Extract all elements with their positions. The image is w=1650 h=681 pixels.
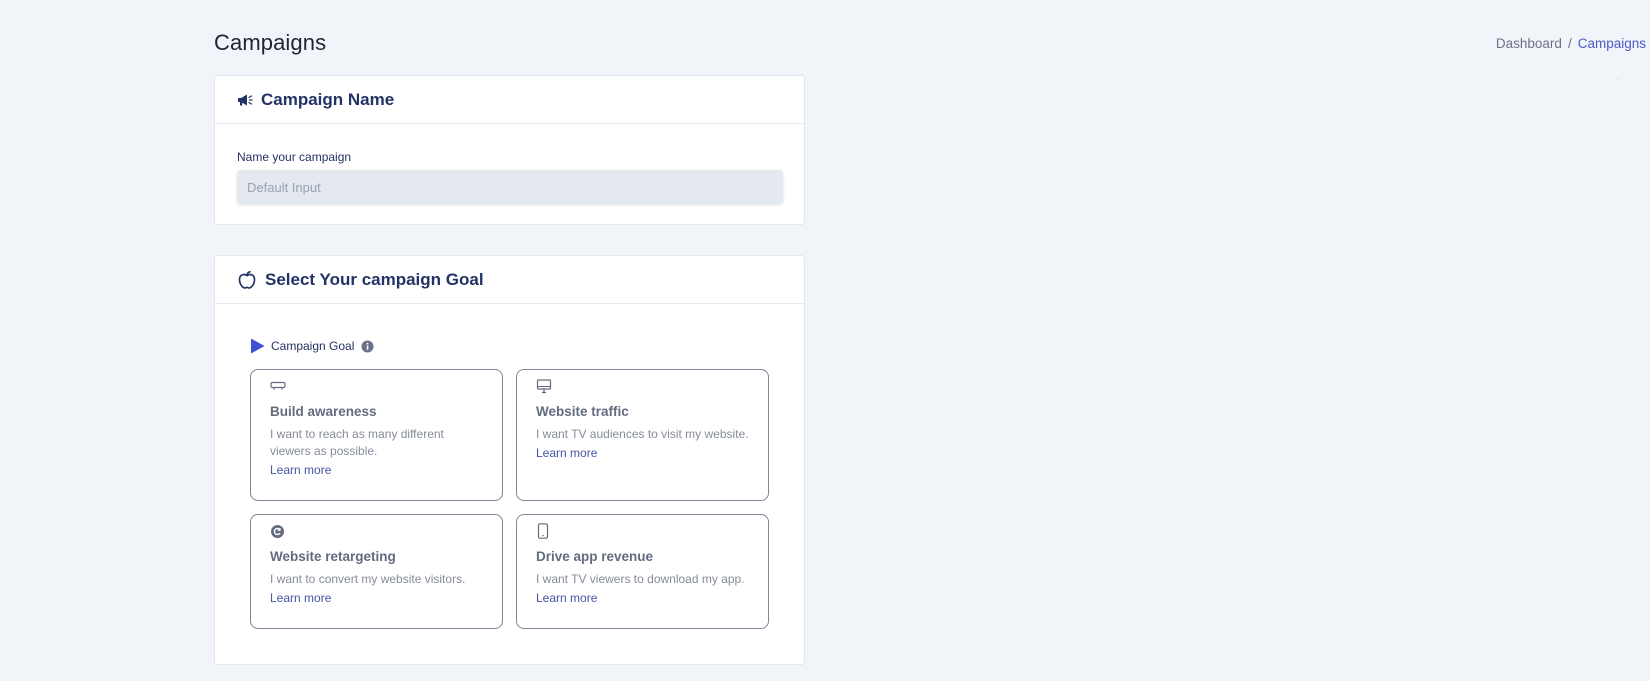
circle-arrow-icon: [270, 523, 483, 539]
goal-option-build-awareness[interactable]: Build awareness I want to reach as many …: [250, 369, 503, 501]
campaign-goal-card-header: Select Your campaign Goal: [215, 256, 804, 304]
page-header: Campaigns Dashboard / Campaigns: [0, 0, 1650, 72]
breadcrumb: Dashboard / Campaigns: [1496, 36, 1646, 51]
apple-icon: [237, 270, 257, 290]
learn-more-link[interactable]: Learn more: [536, 591, 597, 605]
goal-option-drive-app-revenue[interactable]: Drive app revenue I want TV viewers to d…: [516, 514, 769, 629]
goal-description: I want to convert my website visitors.: [270, 572, 466, 586]
goal-option-website-traffic[interactable]: Website traffic I want TV audiences to v…: [516, 369, 769, 501]
campaign-name-label: Name your campaign: [237, 150, 352, 164]
goal-title: Website traffic: [536, 404, 629, 419]
play-marker-icon: [250, 338, 265, 354]
breadcrumb-current: Campaigns: [1577, 36, 1646, 51]
campaign-goal-label: Campaign Goal: [271, 339, 355, 353]
goal-description: I want TV audiences to visit my website.: [536, 427, 749, 441]
goal-option-website-retargeting[interactable]: Website retargeting I want to convert my…: [250, 514, 503, 629]
goal-title: Build awareness: [270, 404, 377, 419]
campaign-name-card-header: Campaign Name: [215, 76, 804, 124]
campaign-name-input[interactable]: [237, 170, 783, 204]
decorative-mark: [1617, 79, 1619, 80]
breadcrumb-dashboard-link[interactable]: Dashboard: [1496, 36, 1562, 51]
tv-remote-icon: [270, 378, 483, 394]
campaign-name-card: Campaign Name Name your campaign: [214, 75, 805, 225]
campaign-goal-label-row: Campaign Goal: [250, 338, 374, 354]
goal-title: Drive app revenue: [536, 549, 654, 564]
page-title: Campaigns: [214, 30, 327, 55]
campaign-goal-card-title: Select Your campaign Goal: [265, 269, 484, 289]
mobile-phone-icon: [536, 523, 749, 539]
info-icon[interactable]: [361, 340, 374, 353]
learn-more-link[interactable]: Learn more: [536, 446, 597, 460]
learn-more-link[interactable]: Learn more: [270, 463, 331, 477]
megaphone-icon: [237, 93, 253, 107]
goal-description: I want to reach as many different viewer…: [270, 427, 444, 458]
learn-more-link[interactable]: Learn more: [270, 591, 331, 605]
campaign-goal-card: Select Your campaign Goal Campaign Goal …: [214, 255, 805, 665]
goal-description: I want TV viewers to download my app.: [536, 572, 745, 586]
goal-title: Website retargeting: [270, 549, 396, 564]
breadcrumb-separator: /: [1567, 36, 1572, 51]
monitor-icon: [536, 378, 749, 394]
campaign-name-card-title: Campaign Name: [261, 89, 395, 109]
